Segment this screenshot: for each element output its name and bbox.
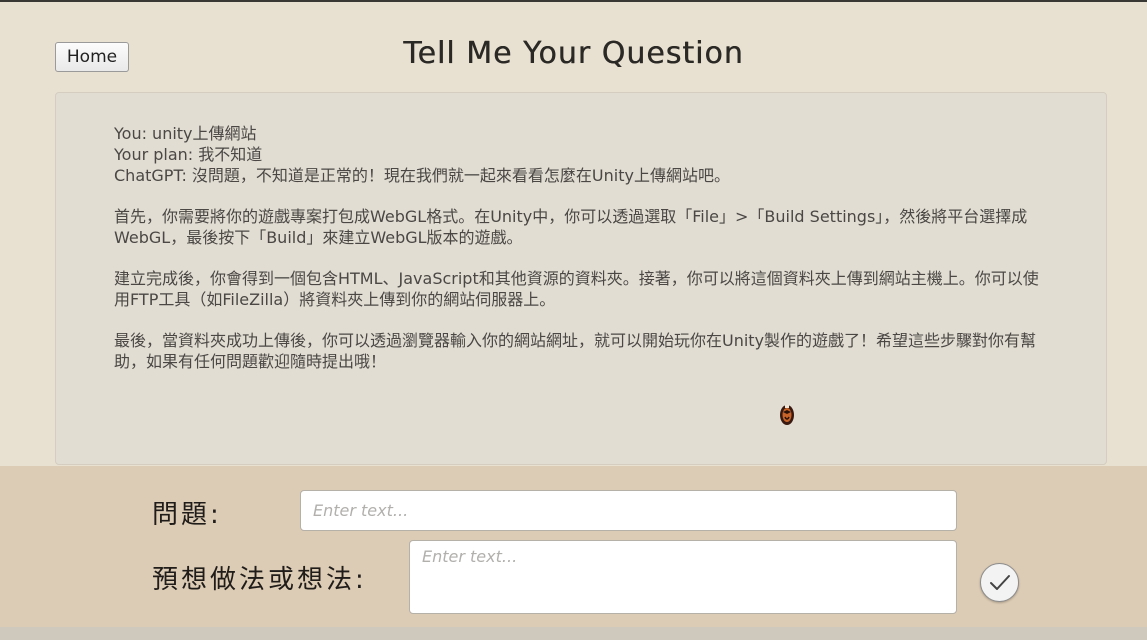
- chatgpt-intro-line: ChatGPT: 沒問題，不知道是正常的！現在我們就一起來看看怎麼在Unity上…: [114, 166, 730, 185]
- chatgpt-paragraph-2: 建立完成後，你會得到一個包含HTML、JavaScript和其他資源的資料夾。接…: [114, 269, 1039, 309]
- bottom-edge: [0, 627, 1147, 640]
- checkmark-icon: [990, 575, 1010, 590]
- chatgpt-paragraph-3: 最後，當資料夾成功上傳後，你可以透過瀏覽器輸入你的網站網址，就可以開始玩你在Un…: [114, 331, 1037, 371]
- plan-input[interactable]: [409, 540, 957, 614]
- submit-button[interactable]: [980, 563, 1019, 602]
- chat-transcript: You: unity上傳網站 Your plan: 我不知道 ChatGPT: …: [114, 123, 1054, 372]
- plan-label: 預想做法或想法:: [152, 565, 367, 595]
- chatgpt-paragraph-1: 首先，你需要將你的遊戲專案打包成WebGL格式。在Unity中，你可以透過選取「…: [114, 207, 1028, 247]
- window-top-edge: [0, 0, 1147, 2]
- mouse-cursor-icon: [780, 405, 794, 425]
- user-plan-line: Your plan: 我不知道: [114, 145, 263, 164]
- chat-response-panel: You: unity上傳網站 Your plan: 我不知道 ChatGPT: …: [55, 92, 1107, 465]
- question-input[interactable]: [300, 490, 957, 531]
- question-label: 問題:: [152, 500, 222, 530]
- user-question-line: You: unity上傳網站: [114, 124, 257, 143]
- page-title: Tell Me Your Question: [403, 36, 744, 71]
